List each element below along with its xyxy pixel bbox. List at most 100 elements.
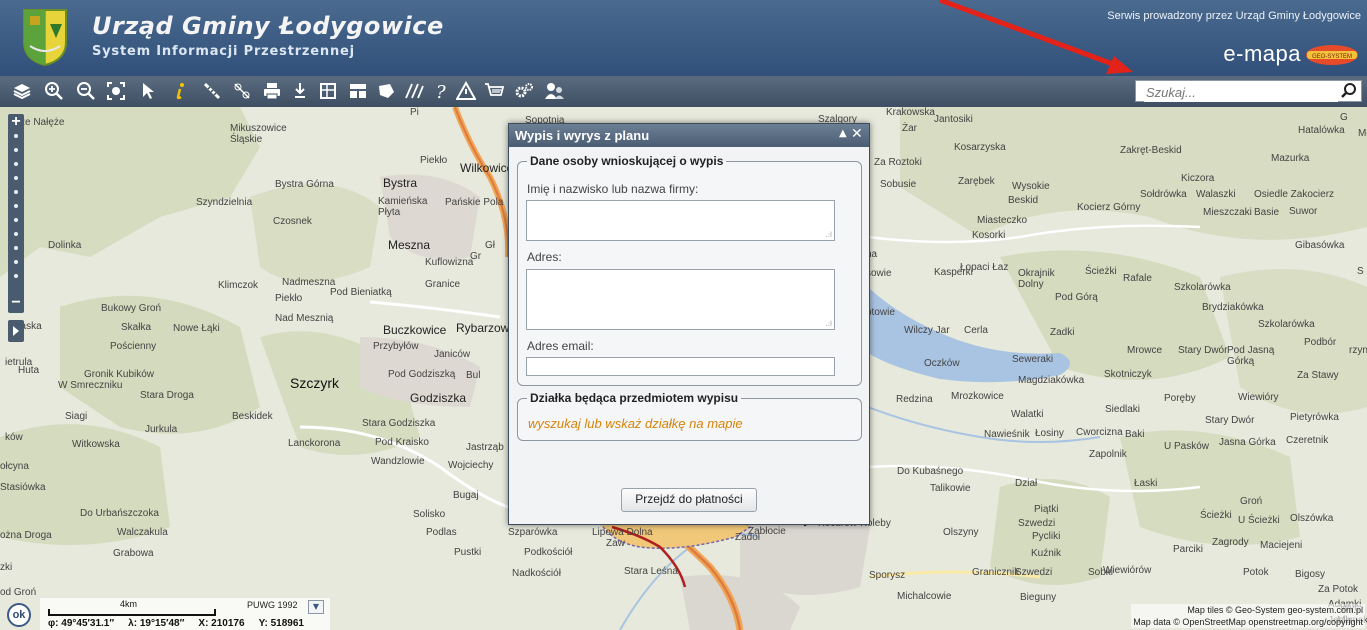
place-label: Pycliki: [1032, 531, 1061, 542]
place-label: Walatki: [1011, 409, 1044, 420]
place-label: Piekło: [420, 155, 448, 166]
zoom-out-button[interactable]: −: [8, 295, 24, 311]
search-input[interactable]: [1144, 82, 1338, 102]
place-label: Dolinka: [48, 240, 82, 251]
place-label: Pod Godziszką: [388, 369, 456, 380]
proceed-to-payment-button[interactable]: Przejdź do płatności: [621, 488, 757, 512]
close-icon[interactable]: ✕: [851, 126, 865, 142]
address-field[interactable]: .:l: [526, 269, 835, 330]
zoom-level-dot[interactable]: [14, 246, 18, 250]
zoom-level-dot[interactable]: [14, 218, 18, 222]
zoom-extent-icon[interactable]: [104, 79, 128, 103]
print-icon[interactable]: [260, 79, 284, 103]
place-label: Maciejeni: [1260, 540, 1303, 551]
place-label: Seweraki: [1012, 354, 1054, 365]
place-label: Kasperki: [934, 267, 973, 278]
place-label: Do Urbańszczoka: [80, 508, 159, 519]
help-icon[interactable]: ?: [428, 79, 452, 103]
zoom-level-dot[interactable]: [14, 190, 18, 194]
place-label: Mrozkowice: [951, 391, 1004, 402]
place-label: Michalcowie: [897, 591, 952, 602]
place-label: Stara Godziszka: [362, 418, 436, 429]
place-label: Za Stawy: [1297, 370, 1339, 381]
zoom-level-dot[interactable]: [14, 134, 18, 138]
place-label: Granice: [425, 279, 461, 290]
place-label: Bul: [466, 370, 481, 381]
place-label: S: [1357, 266, 1364, 277]
place-label: Pustki: [454, 547, 482, 558]
tiles-credit[interactable]: Map tiles © Geo-System geo-system.com.pl: [1133, 604, 1363, 616]
download-icon[interactable]: [288, 79, 312, 103]
zoom-out-icon[interactable]: [74, 79, 98, 103]
resize-grip-icon[interactable]: .:l: [825, 320, 832, 328]
resize-grip-icon[interactable]: .:l: [825, 231, 832, 239]
place-label: Podkościół: [524, 547, 573, 558]
layout-icon[interactable]: [346, 79, 370, 103]
place-label: Klimczok: [218, 280, 259, 291]
place-label: Walczakula: [117, 527, 168, 538]
place-label: Baki: [1125, 429, 1145, 440]
zoom-in-button[interactable]: +: [8, 114, 24, 130]
place-label: Szwedzi: [1015, 567, 1053, 578]
zoom-level-dot[interactable]: [14, 176, 18, 180]
place-label: Stasiówka: [0, 482, 46, 493]
place-label: Wojciechy: [448, 460, 494, 471]
email-field[interactable]: [526, 357, 835, 376]
hatch-icon[interactable]: [402, 79, 426, 103]
zoom-slider[interactable]: + −: [8, 114, 24, 313]
pointer-icon[interactable]: [136, 79, 160, 103]
y-coordinate: Y: 518961: [258, 618, 304, 629]
zoom-level-dot[interactable]: [14, 162, 18, 166]
measure-distance-icon[interactable]: [200, 79, 224, 103]
place-label: Hatalówka: [1298, 125, 1345, 136]
place-label: Witkowska: [72, 439, 120, 450]
applicant-legend: Dane osoby wnioskującej o wypis: [530, 154, 724, 168]
place-label: Pod Kraisko: [375, 437, 429, 448]
search-box: [1135, 80, 1362, 102]
geo-system-logo[interactable]: GEO-SYSTEM: [1305, 44, 1359, 66]
place-label: rzynówka: [1349, 345, 1367, 356]
place-label: Granicznik: [972, 567, 1020, 578]
zoom-in-icon[interactable]: [42, 79, 66, 103]
area-icon[interactable]: [374, 79, 398, 103]
zoom-level-dot[interactable]: [14, 260, 18, 264]
place-label: Buczkowice: [383, 323, 447, 337]
name-field[interactable]: .:l: [526, 200, 835, 241]
data-credit[interactable]: Map data © OpenStreetMap openstreetmap.o…: [1133, 616, 1363, 628]
cart-icon[interactable]: [482, 79, 506, 103]
settings-icon[interactable]: [512, 79, 536, 103]
email-label: Adres email:: [527, 339, 594, 353]
place-label: Lanckorona: [288, 438, 341, 449]
svg-text:?: ?: [436, 82, 446, 101]
place-label: Podbór: [1304, 337, 1337, 348]
place-label: Kocierz Górny: [1077, 202, 1141, 213]
place-label: Sporysz: [869, 570, 906, 581]
search-icon[interactable]: [1340, 82, 1358, 100]
zoom-level-dot[interactable]: [14, 148, 18, 152]
place-label: Bystra Górna: [275, 179, 334, 190]
place-label: Pod Górą: [1055, 292, 1098, 303]
sidebar-toggle-button[interactable]: [8, 320, 24, 342]
zoom-level-dot[interactable]: [14, 204, 18, 208]
ok-button[interactable]: ok: [7, 603, 31, 627]
layers-icon[interactable]: [10, 79, 34, 103]
zoom-level-dot[interactable]: [14, 232, 18, 236]
legend-icon[interactable]: [316, 79, 340, 103]
place-label: Bigosy: [1295, 569, 1326, 580]
coordinates-readout: φ: 49°45′31.1″ λ: 19°15′48″ X: 210176 Y: 51…: [48, 618, 318, 629]
dialog-header[interactable]: Wypis i wyrys z planu ▲ ✕: [509, 124, 869, 147]
find-parcel-link[interactable]: wyszukaj lub wskaż działkę na mapie: [528, 416, 743, 431]
chevron-down-icon[interactable]: ▼: [308, 600, 324, 614]
measure-link-icon[interactable]: [230, 79, 254, 103]
warning-icon[interactable]: [454, 79, 478, 103]
collapse-icon[interactable]: ▲: [839, 128, 851, 142]
place-label: Olszyny: [943, 527, 979, 538]
place-label: Za Roztoki: [874, 157, 922, 168]
place-label: Parciki: [1173, 544, 1204, 555]
place-label: Kiczora: [1181, 173, 1215, 184]
zoom-level-dot[interactable]: [14, 274, 18, 278]
info-icon[interactable]: [168, 79, 192, 103]
place-label: Okrajnik Dolny: [1018, 268, 1055, 290]
place-label: Pańskie Pola: [445, 197, 504, 208]
users-icon[interactable]: [542, 79, 566, 103]
